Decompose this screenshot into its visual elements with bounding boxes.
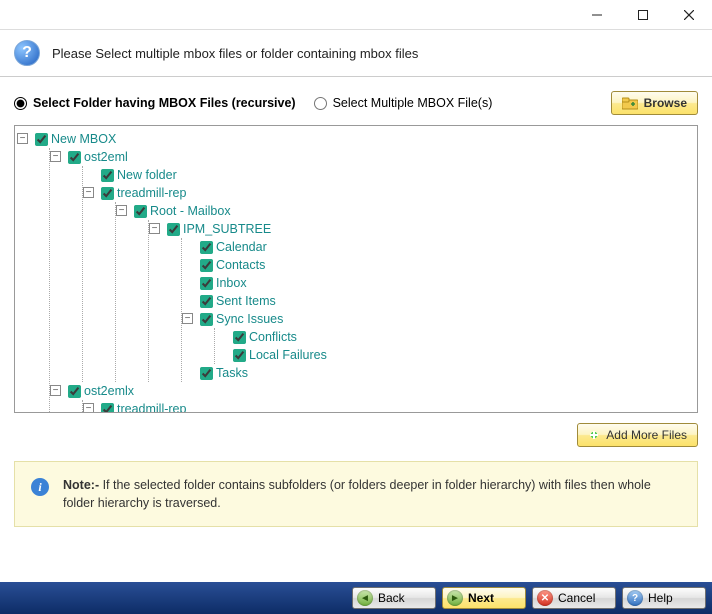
tree-node-inbox[interactable]: Inbox [200,274,695,292]
cancel-button[interactable]: ✕ Cancel [532,587,616,609]
header-bar: ? Please Select multiple mbox files or f… [0,30,712,77]
tree-node-calendar[interactable]: Calendar [200,238,695,256]
header-text: Please Select multiple mbox files or fol… [52,46,418,61]
tree-label: IPM_SUBTREE [183,222,271,236]
maximize-button[interactable] [620,0,666,30]
add-more-files-label: Add More Files [606,428,687,442]
expander-toggle[interactable]: − [50,151,61,162]
tree-label: Contacts [216,258,265,272]
tree-node-treadmill-rep2[interactable]: treadmill-rep [101,400,695,413]
folder-icon [622,96,638,110]
expander-toggle[interactable]: − [149,223,160,234]
tree-checkbox[interactable] [134,205,147,218]
tree-checkbox[interactable] [200,259,213,272]
tree-checkbox[interactable] [200,295,213,308]
next-button[interactable]: ► Next [442,587,526,609]
radio-select-folder[interactable]: Select Folder having MBOX Files (recursi… [14,96,296,110]
radio-select-folder-label: Select Folder having MBOX Files (recursi… [33,96,296,110]
close-button[interactable] [666,0,712,30]
tree-label: Sync Issues [216,312,283,326]
expander-toggle[interactable]: − [83,403,94,413]
help-button[interactable]: ? Help [622,587,706,609]
tree-label: Local Failures [249,348,327,362]
radio-select-folder-input[interactable] [14,97,27,110]
help-icon: ? [14,40,40,66]
next-arrow-icon: ► [447,590,463,606]
note-body: If the selected folder contains subfolde… [63,478,651,510]
note-box: i Note:- If the selected folder contains… [14,461,698,527]
tree-label: treadmill-rep [117,402,186,413]
tree-node-treadmill-rep[interactable]: treadmill-rep [101,184,695,202]
tree-node-sync-issues[interactable]: Sync Issues [200,310,695,328]
tree-node-root-mailbox[interactable]: Root - Mailbox [134,202,695,220]
tree-label: Tasks [216,366,248,380]
plus-icon [588,429,600,441]
tree-label: Root - Mailbox [150,204,231,218]
tree-checkbox[interactable] [101,169,114,182]
tree-node-ipm-subtree[interactable]: IPM_SUBTREE [167,220,695,238]
browse-button[interactable]: Browse [611,91,698,115]
back-button[interactable]: ◄ Back [352,587,436,609]
next-label: Next [468,591,494,605]
tree-checkbox[interactable] [167,223,180,236]
tree-checkbox[interactable] [200,313,213,326]
tree-checkbox[interactable] [233,349,246,362]
help-label: Help [648,591,673,605]
radio-select-multiple-input[interactable] [314,97,327,110]
tree-node-sent-items[interactable]: Sent Items [200,292,695,310]
expander-toggle[interactable]: − [83,187,94,198]
tree-node-ost2eml[interactable]: ost2eml [68,148,695,166]
browse-label: Browse [644,96,687,110]
cancel-x-icon: ✕ [537,590,553,606]
tree-checkbox[interactable] [200,241,213,254]
info-icon: i [31,478,49,496]
cancel-label: Cancel [558,591,595,605]
tree-checkbox[interactable] [200,277,213,290]
folder-tree-panel[interactable]: − New MBOX − ost2eml [14,125,698,413]
expander-toggle[interactable]: − [182,313,193,324]
tree-label: New folder [117,168,177,182]
back-arrow-icon: ◄ [357,590,373,606]
tree-label: ost2eml [84,150,128,164]
minimize-button[interactable] [574,0,620,30]
tree-node-contacts[interactable]: Contacts [200,256,695,274]
help-q-icon: ? [627,590,643,606]
add-more-files-button[interactable]: Add More Files [577,423,698,447]
expander-toggle[interactable]: − [116,205,127,216]
window-titlebar [0,0,712,30]
note-text: Note:- If the selected folder contains s… [63,476,681,512]
expander-toggle[interactable]: − [17,133,28,144]
tree-label: Calendar [216,240,267,254]
maximize-icon [638,10,648,20]
note-lead: Note:- [63,478,103,492]
tree-node-new-folder[interactable]: New folder [101,166,695,184]
tree-label: New MBOX [51,132,116,146]
tree-label: Conflicts [249,330,297,344]
minimize-icon [592,10,602,20]
tree-node-tasks[interactable]: Tasks [200,364,695,382]
tree-node-local-failures[interactable]: Local Failures [233,346,695,364]
tree-checkbox[interactable] [68,385,81,398]
tree-checkbox[interactable] [68,151,81,164]
footer-bar: ◄ Back ► Next ✕ Cancel ? Help [0,582,712,614]
tree-label: Sent Items [216,294,276,308]
radio-select-multiple-label: Select Multiple MBOX File(s) [333,96,493,110]
radio-select-multiple[interactable]: Select Multiple MBOX File(s) [314,96,493,110]
tree-node-ost2emlx[interactable]: ost2emlx [68,382,695,400]
tree-checkbox[interactable] [233,331,246,344]
back-label: Back [378,591,405,605]
tree-checkbox[interactable] [200,367,213,380]
tree-checkbox[interactable] [101,187,114,200]
tree-label: ost2emlx [84,384,134,398]
tree-label: Inbox [216,276,247,290]
tree-node-new-mbox[interactable]: New MBOX [35,130,695,148]
tree-label: treadmill-rep [117,186,186,200]
tree-checkbox[interactable] [101,403,114,414]
options-row: Select Folder having MBOX Files (recursi… [14,83,698,125]
expander-toggle[interactable]: − [50,385,61,396]
tree-checkbox[interactable] [35,133,48,146]
tree-node-conflicts[interactable]: Conflicts [233,328,695,346]
close-icon [684,10,694,20]
